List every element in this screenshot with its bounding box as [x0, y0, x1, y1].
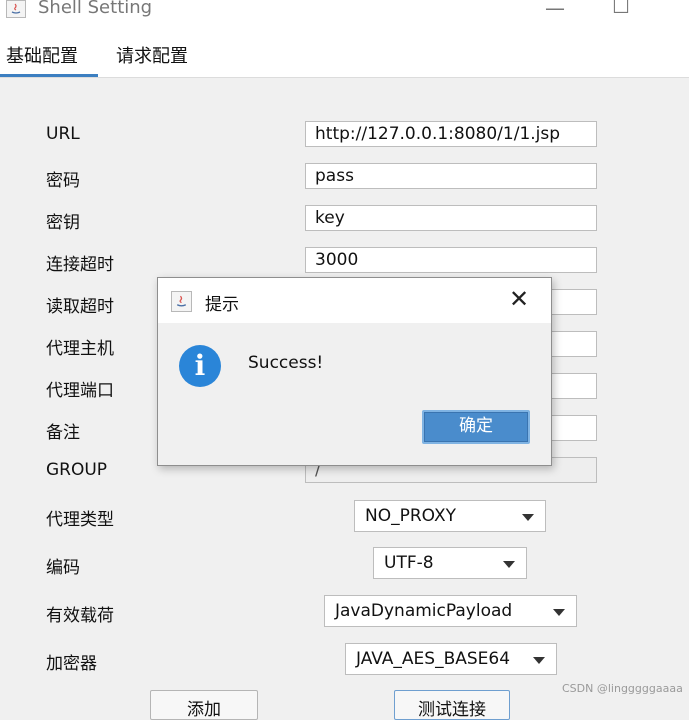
payload-label: 有效载荷	[46, 606, 114, 626]
key-label: 密钥	[46, 213, 80, 233]
proxy-type-value: NO_PROXY	[365, 506, 456, 526]
add-button[interactable]: 添加	[150, 690, 258, 720]
dropdown-arrow-icon	[522, 514, 534, 521]
tab-bar: 基础配置 请求配置	[0, 22, 689, 78]
encoding-label: 编码	[46, 558, 80, 578]
dropdown-arrow-icon	[553, 609, 565, 616]
message-dialog: 提示 ✕ i Success! 确定	[157, 277, 552, 466]
password-label: 密码	[46, 171, 80, 191]
tab-request-config[interactable]: 请求配置	[116, 42, 188, 68]
url-label: URL	[46, 124, 80, 144]
window-titlebar: Shell Setting — ☐	[0, 0, 689, 22]
dialog-message: Success!	[248, 353, 324, 373]
encoding-value: UTF-8	[384, 553, 434, 573]
close-icon[interactable]: ✕	[508, 287, 530, 311]
tab-divider	[0, 77, 689, 78]
dialog-body: i Success! 确定	[158, 323, 551, 465]
tab-basic-config[interactable]: 基础配置	[6, 42, 78, 68]
java-app-icon	[171, 291, 192, 312]
ok-button[interactable]: 确定	[422, 410, 530, 444]
payload-value: JavaDynamicPayload	[335, 601, 513, 621]
conn-timeout-input[interactable]: 3000	[305, 247, 597, 273]
payload-select[interactable]: JavaDynamicPayload	[324, 595, 577, 627]
conn-timeout-label: 连接超时	[46, 255, 114, 275]
cryption-label: 加密器	[46, 654, 97, 674]
proxy-port-label: 代理端口	[46, 381, 114, 401]
proxy-host-label: 代理主机	[46, 339, 114, 359]
dialog-titlebar: 提示 ✕	[158, 278, 551, 323]
info-icon: i	[179, 345, 221, 387]
window-title: Shell Setting	[38, 0, 153, 18]
read-timeout-label: 读取超时	[46, 297, 114, 317]
test-connection-button[interactable]: 测试连接	[394, 690, 510, 720]
watermark: CSDN @lingggggaaaa	[562, 682, 683, 695]
maximize-icon[interactable]: ☐	[606, 0, 636, 18]
proxy-type-label: 代理类型	[46, 510, 114, 530]
java-app-icon	[6, 0, 26, 18]
key-input[interactable]: key	[305, 205, 597, 231]
url-input[interactable]: http://127.0.0.1:8080/1/1.jsp	[305, 121, 597, 147]
dropdown-arrow-icon	[503, 561, 515, 568]
proxy-type-select[interactable]: NO_PROXY	[354, 500, 546, 532]
encoding-select[interactable]: UTF-8	[373, 547, 527, 579]
dialog-title: 提示	[205, 295, 239, 315]
password-input[interactable]: pass	[305, 163, 597, 189]
cryption-select[interactable]: JAVA_AES_BASE64	[345, 643, 557, 675]
cryption-value: JAVA_AES_BASE64	[356, 649, 511, 669]
dropdown-arrow-icon	[533, 657, 545, 664]
remark-label: 备注	[46, 423, 80, 443]
group-label: GROUP	[46, 460, 108, 480]
minimize-icon[interactable]: —	[540, 0, 570, 20]
